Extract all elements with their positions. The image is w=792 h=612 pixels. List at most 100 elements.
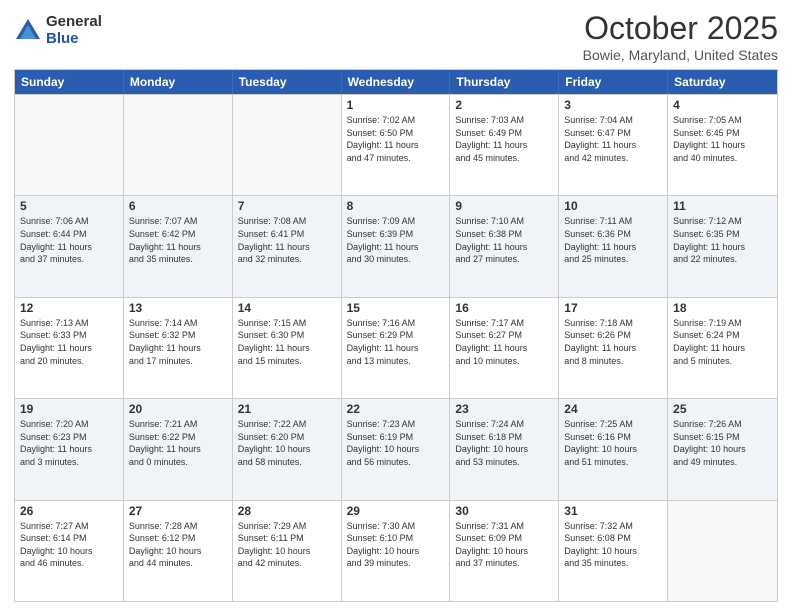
empty-cell-0-0 [15, 95, 124, 195]
calendar-row-2: 12 Sunrise: 7:13 AMSunset: 6:33 PMDayligh… [15, 297, 777, 398]
header-day-tuesday: Tuesday [233, 70, 342, 94]
cell-info: Sunrise: 7:30 AMSunset: 6:10 PMDaylight:… [347, 520, 445, 570]
cell-info: Sunrise: 7:29 AMSunset: 6:11 PMDaylight:… [238, 520, 336, 570]
logo-icon [14, 17, 42, 45]
cell-info: Sunrise: 7:25 AMSunset: 6:16 PMDaylight:… [564, 418, 662, 468]
day-cell-27: 27Sunrise: 7:28 AMSunset: 6:12 PMDayligh… [124, 501, 233, 601]
day-cell-23: 23Sunrise: 7:24 AMSunset: 6:18 PMDayligh… [450, 399, 559, 499]
calendar-row-4: 26 Sunrise: 7:27 AMSunset: 6:14 PMDayligh… [15, 500, 777, 601]
day-cell-14: 14 Sunrise: 7:15 AMSunset: 6:30 PMDayligh… [233, 298, 342, 398]
cell-info: Sunrise: 7:05 AMSunset: 6:45 PMDaylight:… [673, 114, 772, 164]
month-title: October 2025 [583, 10, 778, 47]
cell-info: Sunrise: 7:12 AMSunset: 6:35 PMDaylight:… [673, 215, 772, 265]
day-number: 2 [455, 98, 553, 112]
header-day-saturday: Saturday [668, 70, 777, 94]
day-number: 6 [129, 199, 227, 213]
day-cell-17: 17 Sunrise: 7:18 AMSunset: 6:26 PMDayligh… [559, 298, 668, 398]
day-cell-3: 3Sunrise: 7:04 AMSunset: 6:47 PMDaylight… [559, 95, 668, 195]
day-number: 16 [455, 301, 553, 315]
header-day-friday: Friday [559, 70, 668, 94]
logo-text: General Blue [46, 14, 102, 47]
day-number: 12 [20, 301, 118, 315]
cell-info: Sunrise: 7:17 AMSunset: 6:27 PMDaylight:… [455, 317, 553, 367]
day-cell-5: 5Sunrise: 7:06 AMSunset: 6:44 PMDaylight… [15, 196, 124, 296]
location: Bowie, Maryland, United States [583, 47, 778, 63]
day-number: 24 [564, 402, 662, 416]
calendar-row-3: 19Sunrise: 7:20 AMSunset: 6:23 PMDayligh… [15, 398, 777, 499]
cell-info: Sunrise: 7:23 AMSunset: 6:19 PMDaylight:… [347, 418, 445, 468]
calendar-body: 1 Sunrise: 7:02 AMSunset: 6:50 PMDaylight… [15, 94, 777, 601]
cell-info: Sunrise: 7:02 AMSunset: 6:50 PMDaylight:… [347, 114, 445, 164]
cell-info: Sunrise: 7:32 AMSunset: 6:08 PMDaylight:… [564, 520, 662, 570]
cell-info: Sunrise: 7:24 AMSunset: 6:18 PMDaylight:… [455, 418, 553, 468]
day-number: 13 [129, 301, 227, 315]
day-number: 15 [347, 301, 445, 315]
day-cell-31: 31 Sunrise: 7:32 AMSunset: 6:08 PMDayligh… [559, 501, 668, 601]
empty-cell-4-6 [668, 501, 777, 601]
cell-info: Sunrise: 7:31 AMSunset: 6:09 PMDaylight:… [455, 520, 553, 570]
header-day-wednesday: Wednesday [342, 70, 451, 94]
cell-info: Sunrise: 7:20 AMSunset: 6:23 PMDaylight:… [20, 418, 118, 468]
day-number: 29 [347, 504, 445, 518]
day-cell-11: 11Sunrise: 7:12 AMSunset: 6:35 PMDayligh… [668, 196, 777, 296]
day-cell-19: 19Sunrise: 7:20 AMSunset: 6:23 PMDayligh… [15, 399, 124, 499]
cell-info: Sunrise: 7:18 AMSunset: 6:26 PMDaylight:… [564, 317, 662, 367]
cell-info: Sunrise: 7:16 AMSunset: 6:29 PMDaylight:… [347, 317, 445, 367]
day-cell-4: 4 Sunrise: 7:05 AMSunset: 6:45 PMDaylight… [668, 95, 777, 195]
day-number: 9 [455, 199, 553, 213]
cell-info: Sunrise: 7:13 AMSunset: 6:33 PMDaylight:… [20, 317, 118, 367]
day-number: 10 [564, 199, 662, 213]
cell-info: Sunrise: 7:19 AMSunset: 6:24 PMDaylight:… [673, 317, 772, 367]
day-number: 31 [564, 504, 662, 518]
day-cell-15: 15 Sunrise: 7:16 AMSunset: 6:29 PMDayligh… [342, 298, 451, 398]
day-cell-28: 28 Sunrise: 7:29 AMSunset: 6:11 PMDayligh… [233, 501, 342, 601]
header: General Blue October 2025 Bowie, Marylan… [14, 10, 778, 63]
cell-info: Sunrise: 7:06 AMSunset: 6:44 PMDaylight:… [20, 215, 118, 265]
cell-info: Sunrise: 7:07 AMSunset: 6:42 PMDaylight:… [129, 215, 227, 265]
cell-info: Sunrise: 7:15 AMSunset: 6:30 PMDaylight:… [238, 317, 336, 367]
day-cell-12: 12 Sunrise: 7:13 AMSunset: 6:33 PMDayligh… [15, 298, 124, 398]
day-number: 27 [129, 504, 227, 518]
title-area: October 2025 Bowie, Maryland, United Sta… [583, 10, 778, 63]
day-cell-1: 1 Sunrise: 7:02 AMSunset: 6:50 PMDaylight… [342, 95, 451, 195]
day-number: 3 [564, 98, 662, 112]
logo: General Blue [14, 14, 102, 47]
day-number: 26 [20, 504, 118, 518]
empty-cell-0-1 [124, 95, 233, 195]
day-cell-16: 16 Sunrise: 7:17 AMSunset: 6:27 PMDayligh… [450, 298, 559, 398]
day-number: 7 [238, 199, 336, 213]
empty-cell-0-2 [233, 95, 342, 195]
day-number: 28 [238, 504, 336, 518]
day-number: 17 [564, 301, 662, 315]
cell-info: Sunrise: 7:27 AMSunset: 6:14 PMDaylight:… [20, 520, 118, 570]
day-cell-24: 24 Sunrise: 7:25 AMSunset: 6:16 PMDayligh… [559, 399, 668, 499]
day-number: 1 [347, 98, 445, 112]
day-cell-25: 25Sunrise: 7:26 AMSunset: 6:15 PMDayligh… [668, 399, 777, 499]
header-day-sunday: Sunday [15, 70, 124, 94]
day-number: 20 [129, 402, 227, 416]
day-cell-26: 26 Sunrise: 7:27 AMSunset: 6:14 PMDayligh… [15, 501, 124, 601]
day-number: 25 [673, 402, 772, 416]
logo-general: General [46, 14, 102, 31]
calendar: SundayMondayTuesdayWednesdayThursdayFrid… [14, 69, 778, 602]
logo-blue: Blue [46, 31, 102, 48]
day-cell-13: 13 Sunrise: 7:14 AMSunset: 6:32 PMDayligh… [124, 298, 233, 398]
cell-info: Sunrise: 7:14 AMSunset: 6:32 PMDaylight:… [129, 317, 227, 367]
day-cell-20: 20 Sunrise: 7:21 AMSunset: 6:22 PMDayligh… [124, 399, 233, 499]
cell-info: Sunrise: 7:21 AMSunset: 6:22 PMDaylight:… [129, 418, 227, 468]
cell-info: Sunrise: 7:03 AMSunset: 6:49 PMDaylight:… [455, 114, 553, 164]
header-day-thursday: Thursday [450, 70, 559, 94]
day-cell-6: 6 Sunrise: 7:07 AMSunset: 6:42 PMDaylight… [124, 196, 233, 296]
day-number: 30 [455, 504, 553, 518]
cell-info: Sunrise: 7:09 AMSunset: 6:39 PMDaylight:… [347, 215, 445, 265]
day-cell-22: 22Sunrise: 7:23 AMSunset: 6:19 PMDayligh… [342, 399, 451, 499]
day-number: 4 [673, 98, 772, 112]
day-cell-29: 29 Sunrise: 7:30 AMSunset: 6:10 PMDayligh… [342, 501, 451, 601]
day-number: 14 [238, 301, 336, 315]
day-cell-21: 21Sunrise: 7:22 AMSunset: 6:20 PMDayligh… [233, 399, 342, 499]
day-number: 18 [673, 301, 772, 315]
day-cell-8: 8Sunrise: 7:09 AMSunset: 6:39 PMDaylight… [342, 196, 451, 296]
page: General Blue October 2025 Bowie, Marylan… [0, 0, 792, 612]
day-cell-9: 9Sunrise: 7:10 AMSunset: 6:38 PMDaylight… [450, 196, 559, 296]
day-cell-18: 18 Sunrise: 7:19 AMSunset: 6:24 PMDayligh… [668, 298, 777, 398]
